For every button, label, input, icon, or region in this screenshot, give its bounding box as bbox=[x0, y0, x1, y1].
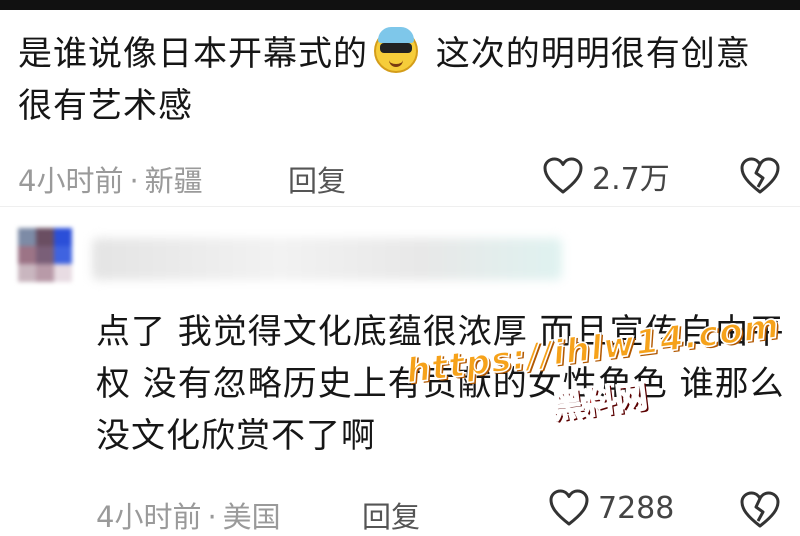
comment-1-text-part1: 是谁说像日本开幕式的 bbox=[18, 34, 368, 74]
comment-1-text: 是谁说像日本开幕式的 这次的明明很有创意 很有艺术感 bbox=[18, 27, 788, 132]
comment-2-like-count: 7288 bbox=[598, 490, 675, 526]
commenter-avatar[interactable] bbox=[18, 228, 72, 282]
comment-2-time: 4小时前 bbox=[96, 500, 202, 534]
cool-sunglasses-emoji-icon bbox=[374, 27, 418, 73]
comment-1-like-button[interactable]: 2.7万 bbox=[542, 154, 670, 198]
comment-2-location: 美国 bbox=[222, 500, 281, 534]
top-edge-bar bbox=[0, 0, 800, 10]
comment-1-reply-button[interactable]: 回复 bbox=[288, 158, 346, 200]
broken-heart-icon[interactable] bbox=[738, 490, 782, 530]
comment-2-meta: 4小时前 · 美国 bbox=[96, 500, 281, 534]
comment-2-reply-button[interactable]: 回复 bbox=[362, 494, 420, 536]
heart-icon bbox=[549, 489, 589, 526]
comment-1-like-count: 2.7万 bbox=[592, 162, 670, 197]
comment-divider bbox=[0, 206, 800, 207]
blurred-username[interactable] bbox=[92, 238, 562, 280]
comment-1-time: 4小时前 bbox=[18, 164, 124, 198]
comment-2-like-button[interactable]: 7288 bbox=[548, 488, 674, 528]
heart-icon bbox=[543, 157, 583, 194]
comment-1-meta: 4小时前 · 新疆 bbox=[18, 164, 203, 198]
broken-heart-icon[interactable] bbox=[738, 156, 782, 196]
watermark-site-name: 黑料网 bbox=[549, 376, 650, 427]
comment-1-location: 新疆 bbox=[144, 164, 203, 198]
